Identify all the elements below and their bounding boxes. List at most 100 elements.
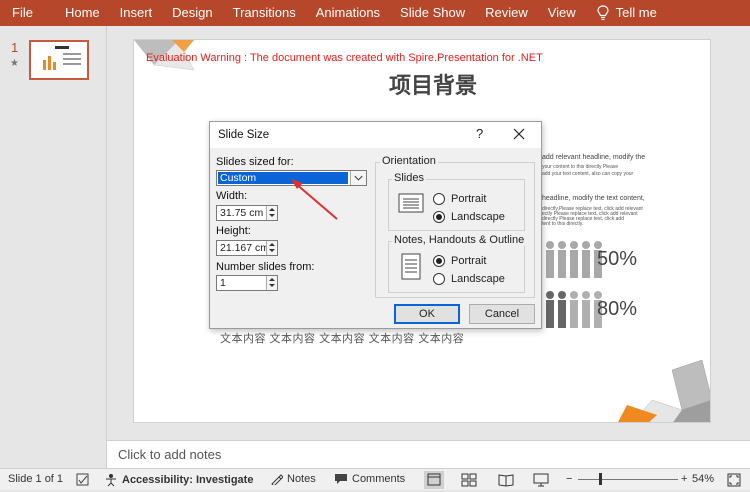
percent-label-2: 80% (597, 298, 638, 320)
portrait-page-icon (401, 253, 421, 280)
tab-transitions[interactable]: Transitions (223, 0, 306, 26)
tab-design[interactable]: Design (162, 0, 222, 26)
slideshow-icon (533, 473, 549, 487)
height-spin-buttons[interactable] (266, 241, 277, 255)
comments-label: Comments (352, 473, 406, 485)
radio-landscape-dot[interactable] (433, 211, 445, 223)
tab-insert[interactable]: Insert (110, 0, 163, 26)
slide-sorter-button[interactable] (459, 471, 479, 489)
notes-landscape-radio[interactable]: Landscape (433, 273, 505, 285)
height-stepper[interactable]: 21.167 cm (216, 240, 278, 256)
zoom-in-button[interactable]: + (681, 473, 687, 485)
dialog-titlebar: Slide Size ? (210, 122, 541, 148)
tab-view[interactable]: View (538, 0, 586, 26)
zoom-slider-track[interactable] (578, 479, 678, 480)
height-label: Height: (216, 225, 251, 237)
zoom-out-button[interactable]: − (566, 473, 572, 485)
portrait-label: Portrait (451, 255, 487, 267)
slides-portrait-radio[interactable]: Portrait (433, 193, 486, 205)
width-spin-buttons[interactable] (266, 206, 277, 220)
percent-label-1: 50% (597, 248, 638, 270)
tab-review[interactable]: Review (475, 0, 538, 26)
number-spin-buttons[interactable] (266, 276, 277, 290)
slides-sized-for-label: Slides sized for: (216, 156, 294, 168)
radio-landscape-dot[interactable] (433, 273, 445, 285)
reading-view-icon (498, 474, 514, 487)
corner-decoration-bottom-right (618, 360, 710, 422)
portrait-label: Portrait (451, 193, 487, 205)
thumbnail-line (63, 63, 81, 65)
thumbnail-title-mark (55, 46, 69, 49)
notes-label: Notes (287, 473, 316, 485)
status-bar: Slide 1 of 1 Accessibility: Investigate … (0, 468, 750, 490)
thumbnail-bar (48, 56, 51, 70)
notes-toggle[interactable]: Notes (271, 473, 316, 485)
thumbnail-slide-number: 1 (11, 40, 19, 55)
chevron-down-icon[interactable] (350, 171, 366, 185)
tab-animations[interactable]: Animations (306, 0, 390, 26)
close-icon[interactable] (512, 127, 526, 141)
landscape-label: Landscape (451, 211, 505, 223)
thumbnail-bar (43, 60, 46, 70)
spelling-check-icon[interactable] (76, 473, 90, 487)
comments-toggle[interactable]: Comments (334, 473, 405, 485)
height-value: 21.167 cm (220, 242, 270, 254)
tell-me-box[interactable]: Tell me (586, 0, 667, 26)
number-slides-from-value: 1 (220, 277, 226, 289)
orientation-label: Orientation (380, 155, 438, 167)
tab-file[interactable]: File (0, 0, 55, 26)
dialog-title: Slide Size (218, 129, 270, 141)
ok-button[interactable]: OK (394, 304, 460, 324)
reading-view-button[interactable] (496, 471, 516, 489)
tab-slide-show[interactable]: Slide Show (390, 0, 475, 26)
slides-group-label: Slides (392, 172, 426, 184)
slide-thumbnail-pane: 1 ★ (0, 26, 107, 468)
corner-decoration-top-left (134, 40, 195, 71)
thumbnail-line (63, 53, 81, 55)
notes-portrait-radio[interactable]: Portrait (433, 255, 486, 267)
notes-pane[interactable]: Click to add notes (107, 440, 750, 468)
number-slides-from-label: Number slides from: (216, 261, 315, 273)
slide-bottom-text: 文本内容 文本内容 文本内容 文本内容 文本内容 (220, 333, 465, 345)
slide-size-dialog: Slide Size ? Slides sized for: Custom Wi… (209, 121, 542, 329)
annotation-arrow (291, 179, 338, 220)
tab-home[interactable]: Home (55, 0, 110, 26)
width-value: 31.75 cm (220, 207, 264, 219)
star-icon: ★ (10, 58, 19, 69)
thumbnail-bar (53, 62, 56, 70)
notes-icon (271, 474, 283, 485)
radio-portrait-dot[interactable] (433, 255, 445, 267)
slides-landscape-radio[interactable]: Landscape (433, 211, 505, 223)
zoom-slider-thumb[interactable] (599, 473, 602, 485)
fit-to-window-icon[interactable] (727, 473, 741, 487)
cancel-button[interactable]: Cancel (469, 304, 535, 324)
normal-view-icon (427, 473, 441, 486)
accessibility-status[interactable]: Accessibility: Investigate (104, 473, 253, 487)
slide-count: Slide 1 of 1 (8, 473, 64, 485)
number-slides-from-stepper[interactable]: 1 (216, 275, 278, 291)
slide-text: your content to this directly Please (542, 164, 619, 170)
radio-portrait-dot[interactable] (433, 193, 445, 205)
landscape-page-icon (398, 193, 424, 213)
slide-text: headline, modify the text content, (542, 195, 645, 202)
ribbon-tabs: File Home Insert Design Transitions Anim… (0, 0, 750, 26)
comment-icon (335, 474, 347, 484)
slide-text: tent to this directly. (542, 221, 584, 227)
slide-text: add your text content, also can copy you… (542, 171, 634, 177)
slide-thumbnail[interactable] (29, 40, 89, 80)
slideshow-button[interactable] (531, 471, 551, 489)
landscape-label: Landscape (451, 273, 505, 285)
tell-me-label: Tell me (615, 5, 657, 20)
lightbulb-icon (597, 5, 609, 21)
notes-placeholder: Click to add notes (118, 447, 222, 462)
slide-text: add relevant headline, modify the (542, 154, 646, 161)
notes-group-label: Notes, Handouts & Outline (392, 234, 527, 246)
zoom-level[interactable]: 54% (692, 473, 714, 485)
width-stepper[interactable]: 31.75 cm (216, 205, 278, 221)
help-button[interactable]: ? (476, 126, 483, 141)
normal-view-button[interactable] (424, 471, 444, 489)
slide-title: 项目背景 (389, 74, 478, 99)
evaluation-warning: Evaluation Warning : The document was cr… (146, 52, 543, 64)
slide-sorter-icon (461, 473, 477, 487)
width-label: Width: (216, 190, 248, 202)
